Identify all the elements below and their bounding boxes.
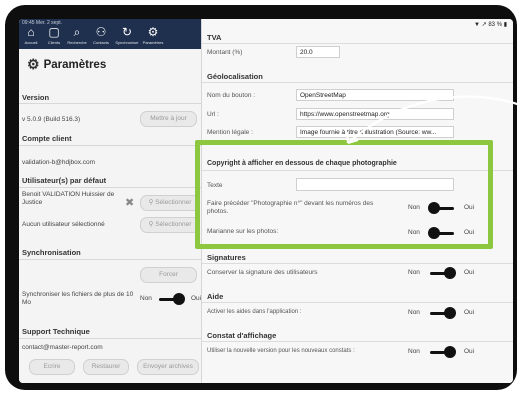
users-header: Utilisateur(s) par défaut xyxy=(22,176,107,185)
nav-accueil[interactable]: ⌂ Accueil xyxy=(19,26,43,48)
nav-synchroniser[interactable]: ↻ Synchroniser xyxy=(115,26,139,48)
default-user-name: Benoit VALIDATION Huissier de Justice xyxy=(22,191,115,206)
constat-toggle[interactable] xyxy=(430,346,456,358)
contacts-icon: ⚇ xyxy=(95,25,107,39)
sync-large-files-label: Synchroniser les fichiers de plus de 10 … xyxy=(22,291,134,306)
account-header: Compte client xyxy=(22,134,72,143)
tva-header: TVA xyxy=(207,33,222,42)
search-icon: ⌕ xyxy=(73,25,81,39)
toggle-non: Non xyxy=(408,269,420,276)
remove-user-icon[interactable]: ✖ xyxy=(125,196,134,209)
sync-large-files-toggle[interactable] xyxy=(159,293,185,305)
tva-input[interactable]: 20.0 xyxy=(296,46,340,58)
gear-icon: ⚙ xyxy=(147,25,159,39)
geo-header: Géolocalisation xyxy=(207,72,263,81)
nav-contacts[interactable]: ⚇ Contacts xyxy=(89,26,113,48)
divider xyxy=(202,341,513,342)
url-label: Url : xyxy=(207,111,219,118)
nav-bar: 09:45 Mer. 2 sept. ⌂ Accueil ▢ Clients ⌕… xyxy=(19,19,201,49)
folder-icon: ▢ xyxy=(48,25,60,39)
select-user-button-2[interactable]: ⚲ Sélectionner xyxy=(140,217,200,233)
version-value: v 5.0.9 (Build 516.3) xyxy=(22,116,81,123)
nav-label: Accueil xyxy=(24,40,38,45)
aide-header: Aide xyxy=(207,292,224,301)
divider xyxy=(202,263,513,264)
divider xyxy=(19,103,201,104)
signatures-header: Signatures xyxy=(207,253,246,262)
toggle-non: Non xyxy=(408,309,420,316)
support-email: contact@master-report.com xyxy=(22,344,103,351)
no-user-selected: Aucun utilisateur sélectionné xyxy=(22,221,105,228)
page-title: ⚙ Paramètres xyxy=(27,56,107,72)
callout-arrow xyxy=(345,95,521,145)
constat-label: Utiliser la nouvelle version pour les no… xyxy=(207,348,355,354)
sync-header: Synchronisation xyxy=(22,248,81,257)
send-archives-button[interactable]: Envoyer archives xyxy=(137,359,199,375)
signatures-label: Conserver la signature des utilisateurs xyxy=(207,269,318,276)
divider xyxy=(19,187,201,188)
aide-label: Activer les aides dans l'application : xyxy=(207,309,302,315)
divider xyxy=(19,145,201,146)
toggle-knob xyxy=(444,267,456,279)
nav-recherche[interactable]: ⌕ Recherche xyxy=(65,26,89,48)
toggle-non: Non xyxy=(140,295,152,302)
sync-icon: ↻ xyxy=(121,25,133,39)
toggle-non: Non xyxy=(408,348,420,355)
divider xyxy=(202,43,513,44)
toggle-knob xyxy=(173,293,185,305)
nav-label: Clients xyxy=(47,40,61,45)
home-icon: ⌂ xyxy=(27,25,35,39)
toggle-oui: Oui xyxy=(464,309,475,316)
nav-parametres[interactable]: ⚙ Paramètres xyxy=(141,26,165,48)
nav-label: Contacts xyxy=(93,40,109,45)
toggle-knob xyxy=(444,307,456,319)
divider xyxy=(19,259,201,260)
divider xyxy=(19,338,201,339)
select-user-button[interactable]: ⚲ Sélectionner xyxy=(140,195,200,211)
support-header: Support Technique xyxy=(22,327,90,336)
settings-sidebar: 09:45 Mer. 2 sept. ⌂ Accueil ▢ Clients ⌕… xyxy=(19,19,202,383)
tva-label: Montant (%) xyxy=(207,49,243,56)
divider xyxy=(202,82,513,83)
aide-toggle[interactable] xyxy=(430,307,456,319)
toggle-knob xyxy=(444,346,456,358)
nav-label: Synchroniser xyxy=(115,40,139,45)
write-button[interactable]: Ecrire xyxy=(29,359,75,375)
nav-label: Recherche xyxy=(67,40,87,45)
status-battery: ▼ ↗ 83 % ▮ xyxy=(474,22,507,28)
legal-mention-label: Mention légale : xyxy=(207,129,253,136)
gear-icon: ⚙ xyxy=(27,56,40,72)
restore-button[interactable]: Restaurer xyxy=(83,359,129,375)
nav-label: Paramètres xyxy=(142,40,164,45)
highlight-box xyxy=(195,140,493,249)
signatures-toggle[interactable] xyxy=(430,267,456,279)
constat-header: Constat d'affichage xyxy=(207,331,277,340)
force-sync-button[interactable]: Forcer xyxy=(140,267,197,283)
toggle-oui: Oui xyxy=(464,269,475,276)
button-name-label: Nom du bouton : xyxy=(207,92,256,99)
toggle-oui: Oui xyxy=(191,295,202,302)
update-button[interactable]: Mettre à jour xyxy=(140,111,197,127)
account-email: validation-b@hdjbox.com xyxy=(22,159,96,166)
nav-clients[interactable]: ▢ Clients xyxy=(42,26,66,48)
divider xyxy=(202,302,513,303)
version-header: Version xyxy=(22,93,50,102)
toggle-oui: Oui xyxy=(464,348,475,355)
